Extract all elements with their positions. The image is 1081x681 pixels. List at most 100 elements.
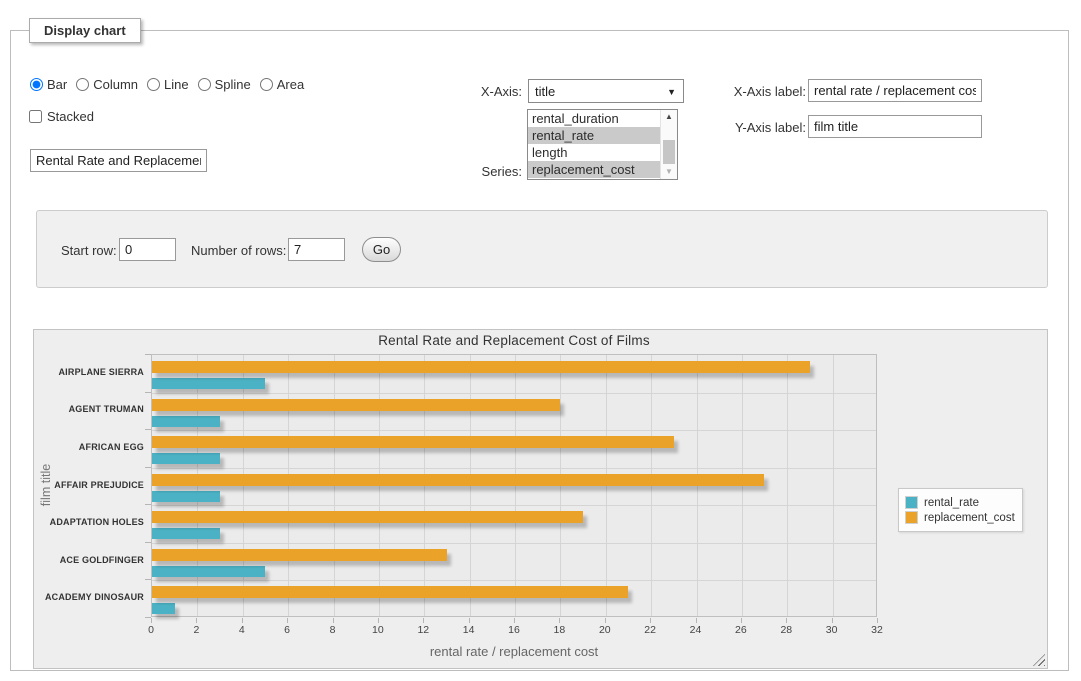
x-axis-select-label: X-Axis: bbox=[421, 84, 522, 99]
scrollbar-thumb[interactable] bbox=[663, 140, 675, 164]
chart-type-radio-area[interactable] bbox=[260, 78, 273, 91]
y-tick-mark bbox=[145, 392, 151, 393]
num-rows-input[interactable] bbox=[288, 238, 345, 261]
series-option-length[interactable]: length bbox=[528, 144, 660, 161]
x-tick-label: 0 bbox=[136, 624, 166, 636]
chart-type-text: Area bbox=[277, 77, 304, 92]
x-tick-label: 26 bbox=[726, 624, 756, 636]
bar-rental_rate bbox=[152, 566, 265, 577]
category-label: AFFAIR PREJUDICE bbox=[34, 480, 144, 490]
chart-type-text: Line bbox=[164, 77, 189, 92]
x-axis-select[interactable]: title ▼ bbox=[528, 79, 684, 103]
legend-label: rental_rate bbox=[924, 497, 979, 509]
y-tick-mark bbox=[145, 354, 151, 355]
x-tick-mark bbox=[242, 618, 243, 623]
chart-type-option-spline[interactable]: Spline bbox=[198, 77, 251, 92]
x-tick-label: 6 bbox=[272, 624, 302, 636]
gridline-h bbox=[152, 580, 876, 581]
scroll-down-icon[interactable]: ▼ bbox=[661, 165, 677, 179]
x-tick-label: 16 bbox=[499, 624, 529, 636]
bar-replacement_cost bbox=[152, 436, 674, 448]
chart-type-text: Bar bbox=[47, 77, 67, 92]
series-scrollbar[interactable]: ▲ ▼ bbox=[660, 110, 677, 179]
legend-entry-rental_rate: rental_rate bbox=[905, 496, 1015, 509]
x-tick-label: 12 bbox=[408, 624, 438, 636]
category-label: ACE GOLDFINGER bbox=[34, 555, 144, 565]
category-label: AFRICAN EGG bbox=[34, 442, 144, 452]
chart-container: Rental Rate and Replacement Cost of Film… bbox=[33, 329, 1048, 669]
series-options: rental_durationrental_ratelengthreplacem… bbox=[528, 110, 660, 178]
num-rows-label: Number of rows: bbox=[191, 243, 286, 258]
y-tick-mark bbox=[145, 429, 151, 430]
x-tick-mark bbox=[196, 618, 197, 623]
chart-type-radio-line[interactable] bbox=[147, 78, 160, 91]
gridline-h bbox=[152, 430, 876, 431]
gridline-v bbox=[833, 355, 834, 616]
x-tick-label: 10 bbox=[363, 624, 393, 636]
start-row-input[interactable] bbox=[119, 238, 176, 261]
go-button[interactable]: Go bbox=[362, 237, 401, 262]
x-tick-mark bbox=[696, 618, 697, 623]
gridline-h bbox=[152, 468, 876, 469]
x-tick-mark bbox=[514, 618, 515, 623]
x-tick-mark bbox=[378, 618, 379, 623]
x-tick-label: 2 bbox=[181, 624, 211, 636]
x-axis-selected-value: title bbox=[535, 84, 555, 99]
x-tick-mark bbox=[559, 618, 560, 623]
bar-replacement_cost bbox=[152, 511, 583, 523]
chart-legend: rental_ratereplacement_cost bbox=[898, 488, 1023, 532]
chart-x-axis-title: rental rate / replacement cost bbox=[151, 644, 877, 659]
stacked-checkbox[interactable] bbox=[29, 110, 42, 123]
x-tick-label: 30 bbox=[817, 624, 847, 636]
x-tick-mark bbox=[741, 618, 742, 623]
chart-type-option-column[interactable]: Column bbox=[76, 77, 138, 92]
y-axis-label-field-label: Y-Axis label: bbox=[716, 120, 806, 135]
category-label: AGENT TRUMAN bbox=[34, 404, 144, 414]
chart-type-radio-column[interactable] bbox=[76, 78, 89, 91]
y-axis-label-input[interactable] bbox=[808, 115, 982, 138]
series-option-rental_duration[interactable]: rental_duration bbox=[528, 110, 660, 127]
y-tick-mark bbox=[145, 542, 151, 543]
bar-rental_rate bbox=[152, 491, 220, 502]
scroll-up-icon[interactable]: ▲ bbox=[661, 110, 677, 124]
resize-handle-icon[interactable] bbox=[1033, 654, 1045, 666]
x-tick-mark bbox=[605, 618, 606, 623]
x-tick-mark bbox=[832, 618, 833, 623]
bar-rental_rate bbox=[152, 603, 175, 614]
x-tick-mark bbox=[151, 618, 152, 623]
gridline-h bbox=[152, 393, 876, 394]
x-tick-mark bbox=[786, 618, 787, 623]
chart-type-option-line[interactable]: Line bbox=[147, 77, 189, 92]
chart-type-radio-spline[interactable] bbox=[198, 78, 211, 91]
legend-swatch bbox=[905, 511, 918, 524]
chart-type-option-area[interactable]: Area bbox=[260, 77, 304, 92]
chart-title: Rental Rate and Replacement Cost of Film… bbox=[151, 333, 877, 348]
x-tick-mark bbox=[650, 618, 651, 623]
gridline-h bbox=[152, 543, 876, 544]
x-axis-label-input[interactable] bbox=[808, 79, 982, 102]
series-listbox[interactable]: rental_durationrental_ratelengthreplacem… bbox=[527, 109, 678, 180]
bar-replacement_cost bbox=[152, 586, 628, 598]
y-tick-mark bbox=[145, 467, 151, 468]
chart-title-input[interactable] bbox=[30, 149, 207, 172]
gridline-v bbox=[787, 355, 788, 616]
chart-type-radios: Bar Column Line Spline Area bbox=[30, 77, 304, 92]
gridline-h bbox=[152, 505, 876, 506]
bar-rental_rate bbox=[152, 453, 220, 464]
x-tick-label: 4 bbox=[227, 624, 257, 636]
bar-rental_rate bbox=[152, 416, 220, 427]
row-controls-panel: Start row: Number of rows: Go bbox=[36, 210, 1048, 288]
chart-type-radio-bar[interactable] bbox=[30, 78, 43, 91]
series-option-replacement_cost[interactable]: replacement_cost bbox=[528, 161, 660, 178]
series-option-rental_rate[interactable]: rental_rate bbox=[528, 127, 660, 144]
x-tick-label: 32 bbox=[862, 624, 892, 636]
x-tick-mark bbox=[469, 618, 470, 623]
chart-type-option-bar[interactable]: Bar bbox=[30, 77, 67, 92]
x-tick-mark bbox=[423, 618, 424, 623]
y-tick-mark bbox=[145, 504, 151, 505]
chart-type-text: Spline bbox=[215, 77, 251, 92]
y-tick-mark bbox=[145, 579, 151, 580]
x-tick-label: 20 bbox=[590, 624, 620, 636]
x-tick-label: 28 bbox=[771, 624, 801, 636]
display-chart-fieldset: Display chart BarColumnLineSplineArea St… bbox=[10, 18, 1069, 671]
